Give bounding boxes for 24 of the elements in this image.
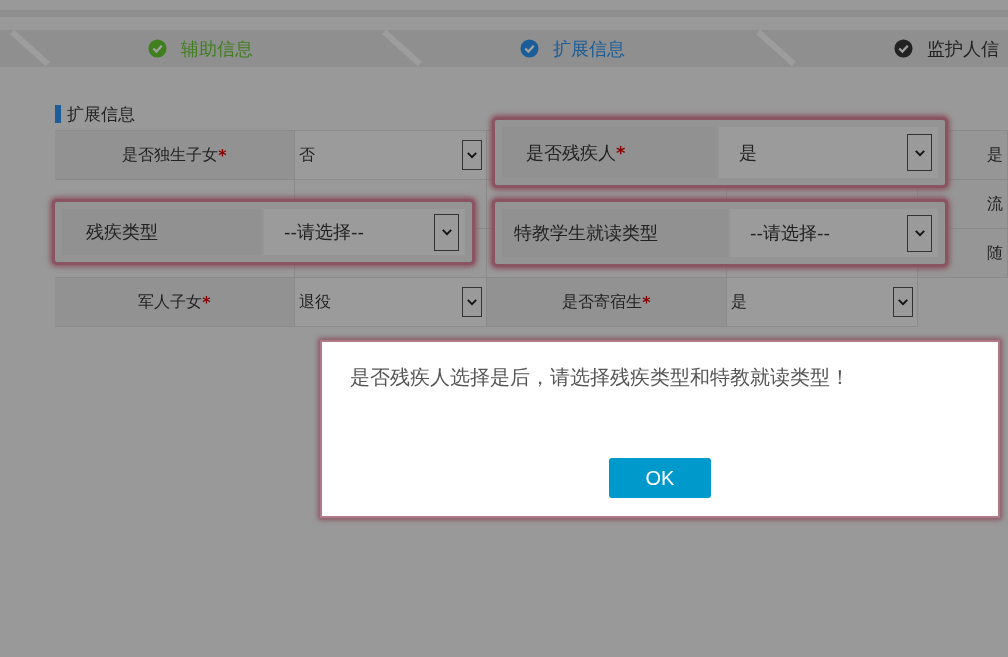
ok-button[interactable]: OK — [609, 458, 711, 498]
select-field[interactable]: 是 — [727, 278, 918, 327]
form-label: 是否残疾人 — [526, 140, 616, 165]
dialog-message: 是否残疾人选择是后，请选择残疾类型和特教就读类型！ — [349, 364, 851, 391]
select-field[interactable]: --请选择-- — [264, 209, 465, 255]
step-label[interactable]: 监护人信 — [927, 36, 999, 61]
select-field[interactable]: 否 — [295, 131, 487, 180]
form-label: 随 — [987, 242, 1003, 264]
select-field[interactable]: 是 — [719, 127, 938, 178]
required-mark: * — [202, 292, 211, 312]
form-label: 是否寄宿生 — [562, 291, 643, 313]
select-field[interactable]: 退役 — [295, 278, 487, 327]
required-mark: * — [642, 292, 651, 312]
form-label: 残疾类型 — [86, 220, 158, 244]
select-field[interactable]: --请选择-- — [730, 209, 938, 257]
form-label: 军人子女 — [138, 291, 203, 313]
required-mark: * — [616, 142, 626, 163]
form-label: 是否独生子女 — [122, 144, 219, 166]
section-title: 扩展信息 — [67, 102, 135, 126]
section-marker — [55, 105, 61, 123]
required-mark: * — [218, 145, 227, 165]
form-label: 特教学生就读类型 — [514, 221, 658, 245]
form-label: 是 — [987, 144, 1003, 166]
form-label: 流 — [987, 193, 1003, 215]
